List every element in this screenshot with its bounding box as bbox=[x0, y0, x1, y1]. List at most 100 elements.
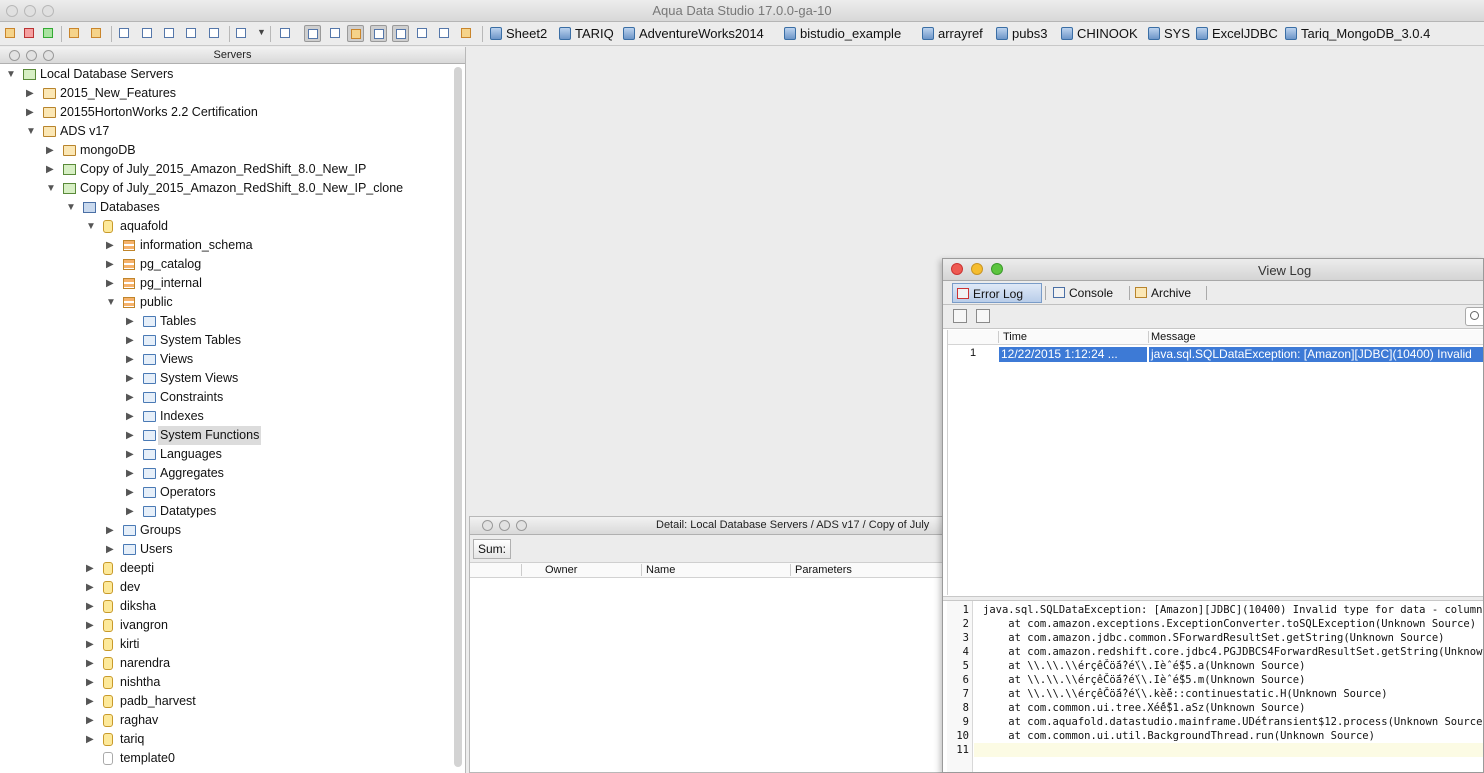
collapsed-arrow-icon[interactable]: ▶ bbox=[126, 445, 136, 464]
tree-item[interactable]: ▶ Operators bbox=[0, 483, 450, 502]
tree-item[interactable]: ▶ System Functions bbox=[0, 426, 450, 445]
tree-item[interactable]: ▶ Indexes bbox=[0, 407, 450, 426]
quick-server-bistudio-example[interactable]: bistudio_example bbox=[784, 26, 901, 42]
tree-item[interactable]: ▶ pg_catalog bbox=[0, 255, 450, 274]
tree-item[interactable]: ▶ Groups bbox=[0, 521, 450, 540]
tree-item[interactable]: ▶ padb_harvest bbox=[0, 692, 450, 711]
script-icon[interactable] bbox=[183, 25, 200, 42]
collapsed-arrow-icon[interactable]: ▶ bbox=[26, 103, 36, 122]
tree-item[interactable]: ▶ System Tables bbox=[0, 331, 450, 350]
tree-item[interactable]: ▼ public bbox=[0, 293, 450, 312]
sum-button[interactable]: Sum: bbox=[473, 539, 512, 559]
quick-server-arrayref[interactable]: arrayref bbox=[922, 26, 983, 42]
view-log-minimize-button[interactable] bbox=[971, 263, 983, 275]
column-owner[interactable]: Owner bbox=[545, 564, 577, 576]
tree-item[interactable]: ▶ Tables bbox=[0, 312, 450, 331]
tree-item[interactable]: ▶ nishtha bbox=[0, 673, 450, 692]
chevron-down-icon[interactable]: ▼ bbox=[257, 27, 266, 37]
servers-panel-icon[interactable] bbox=[347, 25, 364, 42]
tree-item[interactable]: ▼ aquafold bbox=[0, 217, 450, 236]
collapsed-arrow-icon[interactable]: ▶ bbox=[106, 255, 116, 274]
collapsed-arrow-icon[interactable]: ▶ bbox=[86, 673, 96, 692]
query-window-icon[interactable] bbox=[116, 25, 133, 42]
collapsed-arrow-icon[interactable]: ▶ bbox=[86, 654, 96, 673]
tree-item[interactable]: ▶ narendra bbox=[0, 654, 450, 673]
collapsed-arrow-icon[interactable]: ▶ bbox=[126, 331, 136, 350]
tree-item[interactable]: ▶ 20155HortonWorks 2.2 Certification bbox=[0, 103, 450, 122]
detail-minimize-button[interactable] bbox=[499, 520, 510, 531]
tab-error-log[interactable]: Error Log bbox=[952, 283, 1042, 303]
tree-item[interactable]: ▶ mongoDB bbox=[0, 141, 450, 160]
quick-server-tariq[interactable]: TARIQ bbox=[559, 26, 614, 42]
collapsed-arrow-icon[interactable]: ▶ bbox=[106, 236, 116, 255]
tree-item[interactable]: ▶ deepti bbox=[0, 559, 450, 578]
compare-icon[interactable] bbox=[206, 25, 223, 42]
column-parameters[interactable]: Parameters bbox=[795, 564, 852, 576]
view-log-zoom-button[interactable] bbox=[991, 263, 1003, 275]
connect-icon[interactable] bbox=[66, 25, 83, 42]
detail-panel-icon[interactable] bbox=[392, 25, 409, 42]
servers-scrollbar[interactable] bbox=[454, 67, 462, 767]
collapsed-arrow-icon[interactable]: ▶ bbox=[126, 369, 136, 388]
tree-item[interactable]: ▶ tariq bbox=[0, 730, 450, 749]
quick-server-chinook[interactable]: CHINOOK bbox=[1061, 26, 1138, 42]
tree-item[interactable]: ▶ diksha bbox=[0, 597, 450, 616]
tree-item[interactable]: ▶ Languages bbox=[0, 445, 450, 464]
collapsed-arrow-icon[interactable]: ▶ bbox=[86, 635, 96, 654]
tree-item[interactable]: ▶ Constraints bbox=[0, 388, 450, 407]
tree-item[interactable]: ▶ raghav bbox=[0, 711, 450, 730]
collapsed-arrow-icon[interactable]: ▶ bbox=[126, 483, 136, 502]
tree-item[interactable]: ▶ ivangron bbox=[0, 616, 450, 635]
collapsed-arrow-icon[interactable]: ▶ bbox=[106, 274, 116, 293]
expanded-arrow-icon[interactable]: ▼ bbox=[46, 179, 56, 198]
tree-item[interactable]: ▶ dev bbox=[0, 578, 450, 597]
new-document-icon[interactable] bbox=[233, 25, 250, 42]
list-view-icon[interactable] bbox=[414, 25, 431, 42]
tree-item[interactable]: ▶ Aggregates bbox=[0, 464, 450, 483]
log-search-input[interactable] bbox=[1465, 307, 1483, 326]
collapsed-arrow-icon[interactable]: ▶ bbox=[86, 559, 96, 578]
collapsed-arrow-icon[interactable]: ▶ bbox=[86, 597, 96, 616]
new-server-icon[interactable] bbox=[2, 25, 19, 42]
tree-item[interactable]: ▶ Datatypes bbox=[0, 502, 450, 521]
tree-item[interactable]: ▼ Databases bbox=[0, 198, 450, 217]
copy-icon[interactable] bbox=[976, 309, 990, 323]
tree-item[interactable]: ▶ kirti bbox=[0, 635, 450, 654]
tree-item[interactable]: ▼ Copy of July_2015_Amazon_RedShift_8.0_N… bbox=[0, 179, 450, 198]
tab-console[interactable]: Console bbox=[1049, 283, 1127, 303]
tree-item[interactable]: ▶ Copy of July_2015_Amazon_RedShift_8.0_N… bbox=[0, 160, 450, 179]
expanded-arrow-icon[interactable]: ▼ bbox=[86, 217, 96, 236]
query-analyzer-icon[interactable] bbox=[139, 25, 156, 42]
collapsed-arrow-icon[interactable]: ▶ bbox=[86, 711, 96, 730]
table-row[interactable]: 1 12/22/2015 1:12:24 ... java.sql.SQLDat… bbox=[948, 347, 1483, 362]
expanded-arrow-icon[interactable]: ▼ bbox=[66, 198, 76, 217]
disconnect-icon[interactable] bbox=[88, 25, 105, 42]
tab-archive[interactable]: Archive bbox=[1131, 283, 1203, 303]
collapsed-arrow-icon[interactable]: ▶ bbox=[86, 692, 96, 711]
table-view-icon[interactable] bbox=[370, 25, 387, 42]
collapsed-arrow-icon[interactable]: ▶ bbox=[126, 426, 136, 445]
quick-server-adventureworks2014[interactable]: AdventureWorks2014 bbox=[623, 26, 764, 42]
tree-item[interactable]: ▶ pg_internal bbox=[0, 274, 450, 293]
detail-close-button[interactable] bbox=[482, 520, 493, 531]
tree-item[interactable]: ▶ Views bbox=[0, 350, 450, 369]
collapsed-arrow-icon[interactable]: ▶ bbox=[86, 730, 96, 749]
quick-server-sheet2[interactable]: Sheet2 bbox=[490, 26, 547, 42]
stacktrace-viewer[interactable]: 1 java.sql.SQLDataException: [Amazon][JDB… bbox=[947, 601, 1483, 772]
tree-item[interactable]: ▶ information_schema bbox=[0, 236, 450, 255]
chart-icon[interactable] bbox=[458, 25, 475, 42]
quick-server-exceljdbc[interactable]: ExcelJDBC bbox=[1196, 26, 1278, 42]
detail-maximize-button[interactable] bbox=[516, 520, 527, 531]
quick-server-sys[interactable]: SYS bbox=[1148, 26, 1190, 42]
collapsed-arrow-icon[interactable]: ▶ bbox=[126, 502, 136, 521]
delete-server-icon[interactable] bbox=[21, 25, 38, 42]
collapsed-arrow-icon[interactable]: ▶ bbox=[106, 521, 116, 540]
view-log-close-button[interactable] bbox=[951, 263, 963, 275]
layout-icon[interactable] bbox=[327, 25, 344, 42]
quick-server-pubs3[interactable]: pubs3 bbox=[996, 26, 1047, 42]
column-time[interactable]: Time bbox=[1003, 331, 1027, 343]
window-icon[interactable] bbox=[436, 25, 453, 42]
column-message[interactable]: Message bbox=[1151, 331, 1196, 343]
collapsed-arrow-icon[interactable]: ▶ bbox=[126, 312, 136, 331]
expanded-arrow-icon[interactable]: ▼ bbox=[26, 122, 36, 141]
